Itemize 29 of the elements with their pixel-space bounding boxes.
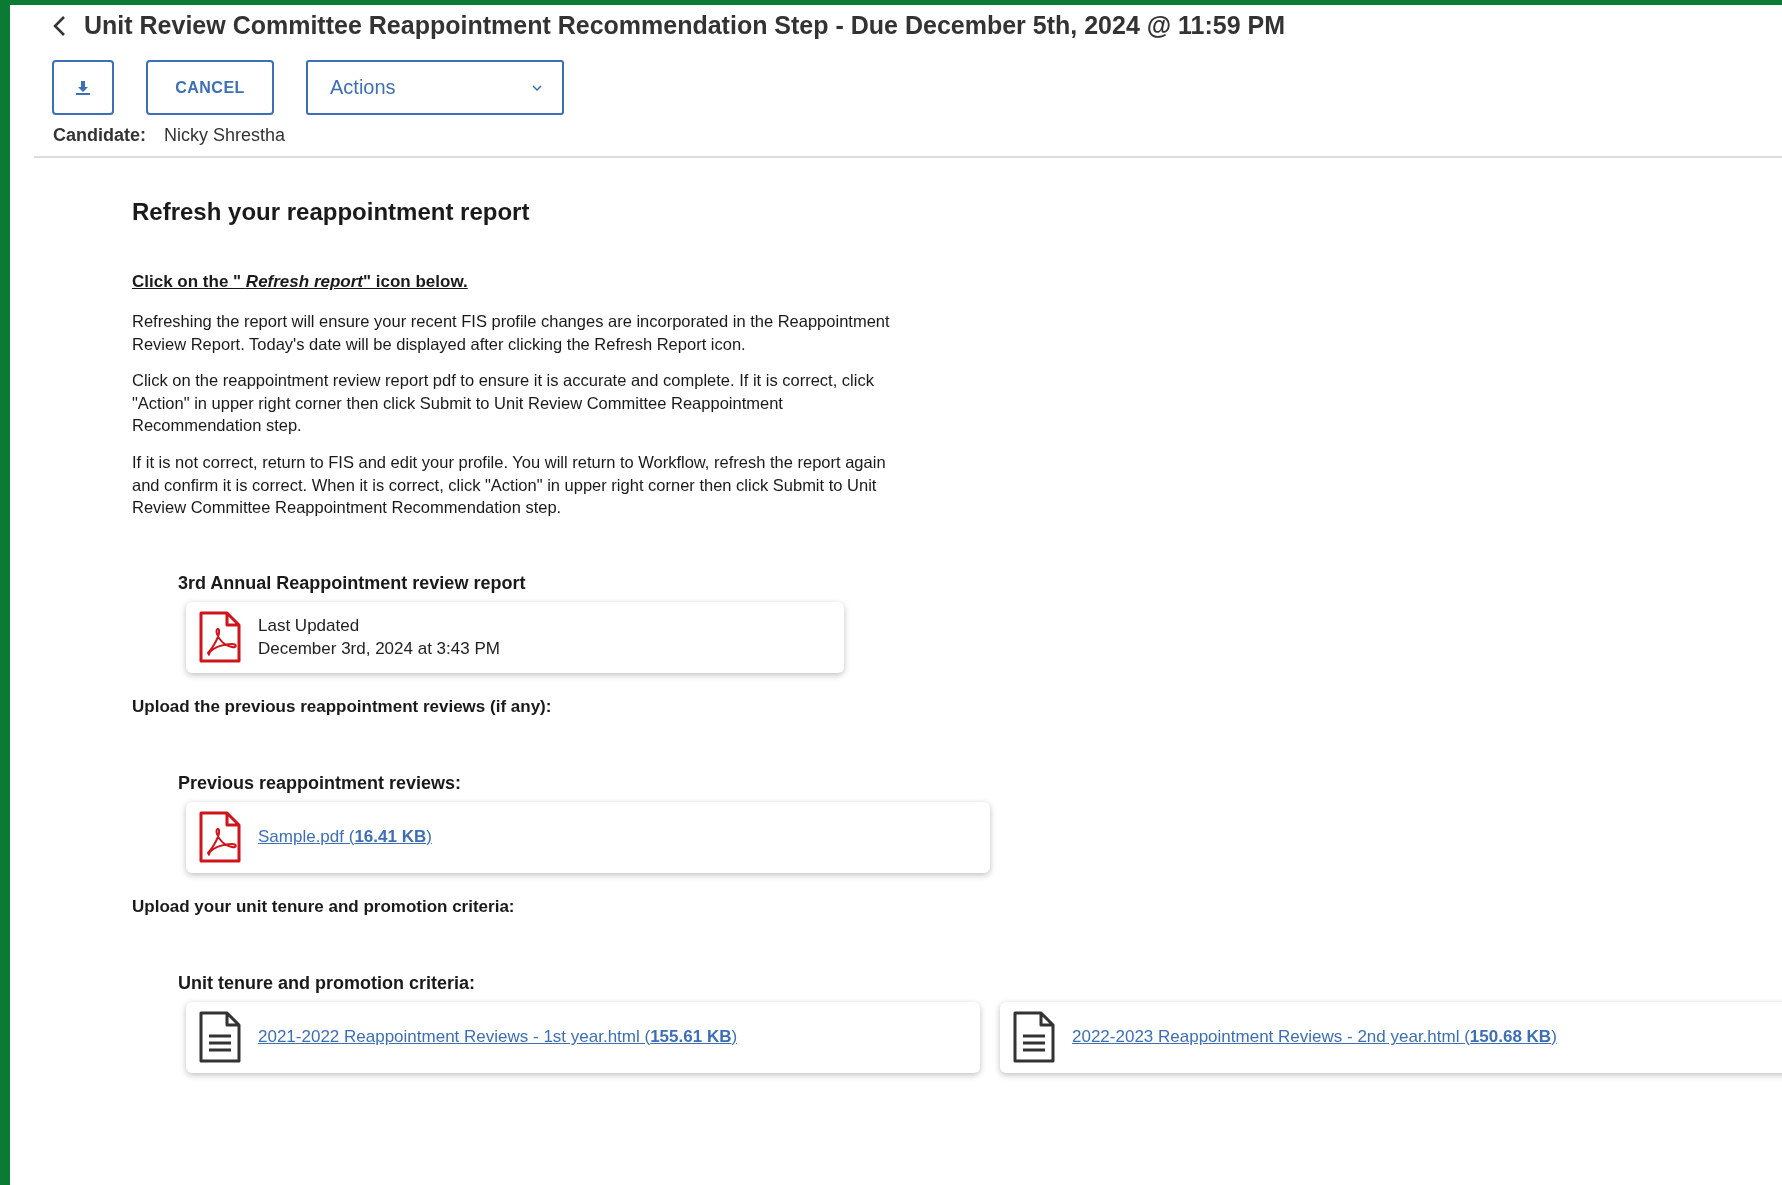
- report-status: Last Updated: [258, 615, 361, 638]
- instruction-text: Click on the " Refresh report" icon below.: [132, 272, 469, 292]
- section-heading: Refresh your reappointment report: [132, 198, 531, 226]
- pdf-file-icon: [198, 611, 242, 664]
- candidate-name: Nicky Shrestha: [164, 125, 286, 146]
- cancel-button[interactable]: CANCEL: [146, 60, 274, 115]
- pdf-file-icon: [198, 811, 242, 864]
- file-link[interactable]: Sample.pdf (16.41 KB): [258, 827, 432, 848]
- paragraph: Click on the reappointment review report pdf to ensure it is accurate and complete. If it is correct, click "Action" in upper right corner then click Submit to Unit Review Committee Reappointment Recommendation step.: [132, 370, 875, 437]
- paragraph: If it is not correct, return to FIS and edit your profile. You will return to Workflow, refresh the report again and confirm it is correct. When it is correct, click "Action" in upper right corner then click Submit to Unit Review Committee Reappointment Recommendation step.: [132, 451, 887, 519]
- chevron-down-icon: [532, 84, 542, 91]
- back-icon[interactable]: [52, 14, 66, 37]
- report-label: 3rd Annual Reappointment review report: [178, 572, 527, 594]
- file-link[interactable]: 2022-2023 Reappointment Reviews - 2nd year.html (150.68 KB): [1072, 1027, 1557, 1048]
- report-date: December 3rd, 2024 at 3:43 PM: [258, 638, 500, 661]
- file-list-label: Previous reappointment reviews:: [178, 772, 463, 794]
- file-link[interactable]: 2021-2022 Reappointment Reviews - 1st year.html (155.61 KB): [258, 1027, 738, 1048]
- candidate-label: Candidate:: [53, 125, 146, 146]
- paragraph: Refreshing the report will ensure your recent FIS profile changes are incorporated in the Reappointment Review Report. Today's date will be displayed after clicking the Refresh Report icon.: [132, 311, 891, 355]
- upload-prompt: Upload the previous reappointment reviews (if any):: [132, 696, 553, 717]
- document-icon: [1012, 1011, 1056, 1064]
- file-list-label: Unit tenure and promotion criteria:: [178, 972, 477, 994]
- document-icon: [198, 1011, 242, 1064]
- actions-dropdown[interactable]: Actions: [306, 60, 564, 115]
- download-button[interactable]: [52, 60, 114, 115]
- page-title: Unit Review Committee Reappointment Recommendation Step - Due December 5th, 2024 @ 11:59 PM: [84, 11, 1286, 40]
- upload-prompt: Upload your unit tenure and promotion criteria:: [132, 896, 516, 917]
- report-card[interactable]: Last Updated December 3rd, 2024 at 3:43 PM: [186, 601, 844, 673]
- download-icon: [76, 80, 90, 95]
